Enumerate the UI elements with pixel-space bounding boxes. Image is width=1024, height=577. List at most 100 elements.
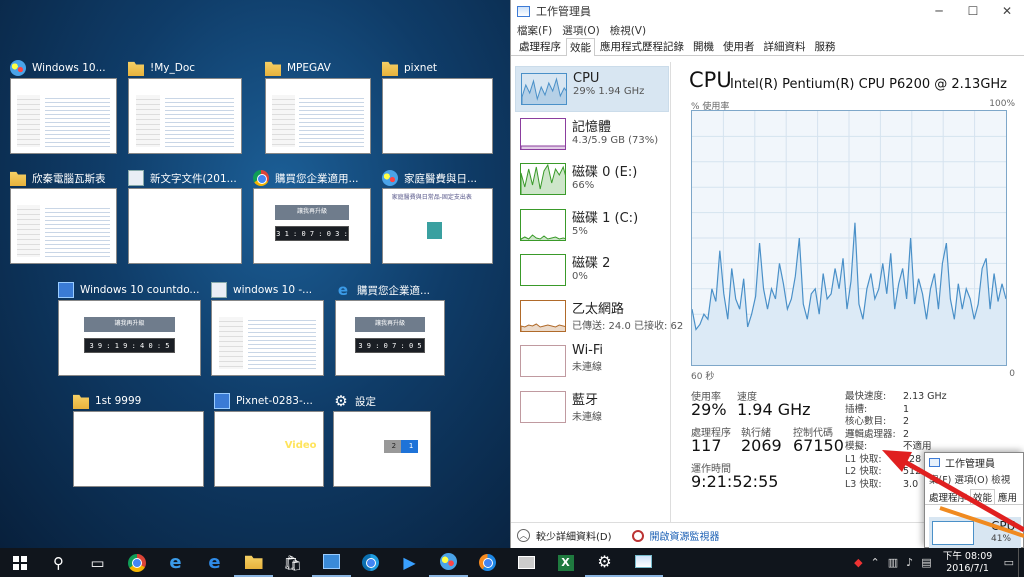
switcher-tile[interactable]: 購買您企業適用... 讓我再升級 3 1 : 0 7 : 0 3 : 4 6 (253, 168, 371, 264)
window-icon (518, 556, 535, 569)
thumb-banner: 讓我再升級 (274, 205, 350, 221)
taskbar-edge[interactable]: e (195, 548, 234, 577)
taskbar-app-orange[interactable] (468, 548, 507, 577)
resource-item[interactable]: CPU 29% 1.94 GHz (515, 66, 669, 112)
taskbar-app-blue[interactable] (351, 548, 390, 577)
popup-title-bar: 工作管理員 (925, 453, 1023, 471)
notifications-icon[interactable]: ▭ (1004, 556, 1014, 569)
popup-cpu-item: CPU 41% (929, 517, 1021, 549)
clock[interactable]: 下午 08:09 2016/7/1 (936, 551, 1000, 575)
folder-icon (73, 394, 89, 409)
resource-mini-graph (520, 117, 566, 150)
clock-date: 2016/7/1 (946, 562, 989, 574)
resource-value: 5% (572, 225, 588, 237)
fewer-details-link[interactable]: 較少詳細資料(D) (536, 528, 612, 543)
photos-icon (323, 554, 340, 569)
popup-menu: 案(F) 選項(O) 檢視 (929, 475, 1011, 486)
close-button[interactable]: ✕ (990, 0, 1024, 22)
volume-icon[interactable]: ♪ (906, 556, 913, 569)
taskbar-settings[interactable]: ⚙ (585, 548, 624, 577)
resource-item[interactable]: Wi-Fi 未連線 (515, 339, 669, 385)
tile-label: 購買您企業適... (357, 284, 431, 297)
resource-item[interactable]: 磁碟 0 (E:) 66% (515, 157, 669, 203)
chrome-icon (253, 170, 269, 186)
search-button[interactable]: ⚲ (39, 548, 78, 577)
switcher-tile[interactable]: !My_Doc (128, 58, 242, 154)
taskbar-excel[interactable]: X (546, 548, 585, 577)
switcher-tile[interactable]: pixnet (382, 58, 493, 154)
popup-cpu-value: 41% (991, 534, 1012, 544)
keyboard-icon[interactable]: ▤ (921, 556, 931, 569)
show-desktop-button[interactable] (1018, 548, 1024, 577)
resource-item[interactable]: 記憶體 4.3/5.9 GB (73%) (515, 112, 669, 158)
switcher-tile[interactable]: 新文字文件(201... (128, 168, 242, 264)
tab-0[interactable]: 處理程序 (515, 37, 565, 55)
resource-item[interactable]: 磁碟 2 0% (515, 248, 669, 294)
taskbar-paint[interactable] (429, 548, 468, 577)
resource-value: 4.3/5.9 GB (73%) (572, 134, 659, 146)
minimize-button[interactable]: ─ (922, 0, 956, 22)
notepad-icon (128, 170, 144, 186)
menu-options[interactable]: 選項(O) (562, 23, 599, 38)
popup-cpu-mini-graph (932, 521, 974, 545)
tile-thumbnail (10, 188, 117, 264)
speed-value: 1.94 GHz (737, 400, 811, 419)
taskbar: ⚲ ▭ e e 🛍 ▶ X ⚙ ◆ ⌃ ▥ ♪ ▤ 下午 08:09 2016/… (0, 548, 1024, 577)
antivirus-icon[interactable]: ◆ (854, 556, 862, 569)
switcher-tile[interactable]: 欣秦電腦瓦斯表 (10, 168, 117, 264)
tile-thumbnail (265, 78, 371, 154)
switcher-tile[interactable]: Windows 10 countdo... 讓我再升級 3 9 : 1 9 : 4 … (58, 280, 201, 376)
taskbar-app-gray[interactable] (507, 548, 546, 577)
switcher-tile[interactable]: ⚙ 設定 2 1 (333, 391, 431, 487)
tile-caption: 購買您企業適用... (253, 168, 371, 188)
switcher-tile[interactable]: e 購買您企業適... 讓我再升級 3 9 : 0 7 : 0 5 : 4 4 (335, 280, 445, 376)
tab-1[interactable]: 效能 (566, 38, 595, 56)
thumb-text-movavi: movavi (223, 417, 250, 426)
threads-value: 2069 (741, 436, 782, 455)
resource-text: 磁碟 1 (C:) 5% (572, 203, 638, 237)
maximize-button[interactable]: ☐ (956, 0, 990, 22)
resource-text: 乙太網路 已傳送: 24.0 已接收: 62 (572, 294, 683, 332)
switcher-tile[interactable]: Windows 10... (10, 58, 117, 154)
taskbar-store[interactable]: 🛍 (273, 548, 312, 577)
switcher-tile[interactable]: 1st 9999 (73, 391, 204, 487)
window-icon (58, 282, 74, 298)
tab-4[interactable]: 使用者 (719, 37, 759, 55)
resource-text: 磁碟 2 0% (572, 248, 610, 282)
tile-caption: ⚙ 設定 (333, 391, 431, 411)
taskbar-media[interactable]: ▶ (390, 548, 429, 577)
menu-view[interactable]: 檢視(V) (610, 23, 646, 38)
y-max-label: 100% (989, 99, 1015, 109)
resource-item[interactable]: 藍牙 未連線 (515, 385, 669, 431)
tab-5[interactable]: 詳細資料 (760, 37, 810, 55)
folder-icon (128, 61, 144, 76)
mini-graph-lines (521, 392, 566, 423)
switcher-tile[interactable]: MPEGAV (265, 58, 371, 154)
tile-thumbnail (128, 78, 242, 154)
network-icon[interactable]: ▥ (888, 556, 898, 569)
tab-6[interactable]: 服務 (811, 37, 840, 55)
resource-item[interactable]: 乙太網路 已傳送: 24.0 已接收: 62 (515, 294, 683, 340)
task-view-button[interactable]: ▭ (78, 548, 117, 577)
tab-3[interactable]: 開機 (689, 37, 718, 55)
menu-file[interactable]: 檔案(F) (517, 23, 552, 38)
taskbar-task-manager[interactable] (624, 548, 663, 577)
resource-item[interactable]: 磁碟 1 (C:) 5% (515, 203, 669, 249)
mini-graph-lines (521, 255, 566, 286)
switcher-tile[interactable]: windows 10 -... (211, 280, 324, 376)
open-resource-monitor-link[interactable]: 開啟資源監視器 (650, 528, 720, 543)
task-manager-preview-popup[interactable]: 工作管理員 案(F) 選項(O) 檢視 處理程序 效能 應用 CPU 41% (924, 452, 1024, 549)
taskbar-chrome[interactable] (117, 548, 156, 577)
taskbar-ie[interactable]: e (156, 548, 195, 577)
doc-icon (211, 282, 227, 298)
mini-graph-lines (521, 322, 565, 331)
chevron-up-icon[interactable]: ⌃ (871, 556, 880, 569)
switcher-tile[interactable]: Pixnet-0283-... movavi Video Editor (214, 391, 324, 487)
start-button[interactable] (0, 548, 39, 577)
taskbar-photos[interactable] (312, 548, 351, 577)
taskbar-explorer[interactable] (234, 548, 273, 577)
tile-caption: Windows 10 countdo... (58, 280, 201, 300)
tab-2[interactable]: 應用程式歷程記錄 (596, 37, 688, 55)
mini-graph-lines (521, 233, 565, 240)
switcher-tile[interactable]: 家庭醫費與日... 家庭醫費與日常品-固定支出表 (382, 168, 493, 264)
